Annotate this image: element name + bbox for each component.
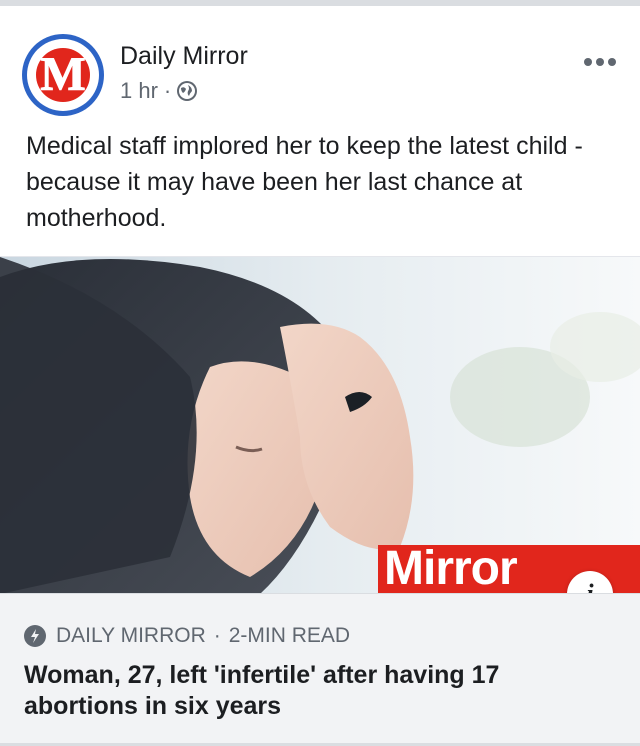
- avatar-letter: M: [40, 48, 86, 101]
- mirror-logo-icon: M: [36, 48, 90, 102]
- post-caption: Medical staff implored her to keep the l…: [26, 132, 583, 232]
- more-dot: [596, 58, 604, 66]
- link-preview-box[interactable]: DAILY MIRROR · 2-MIN READ Woman, 27, lef…: [0, 593, 640, 744]
- source-name: DAILY MIRROR: [56, 624, 206, 647]
- link-preview-image[interactable]: Mirror: [0, 256, 640, 594]
- link-source: DAILY MIRROR · 2-MIN READ: [24, 624, 350, 648]
- page-name-link[interactable]: Daily Mirror: [120, 42, 248, 71]
- more-dot: [608, 58, 616, 66]
- post-header: M Daily Mirror 1 hr ·: [0, 6, 640, 116]
- page-avatar[interactable]: M: [22, 34, 104, 116]
- instant-article-bolt-icon: [24, 625, 46, 647]
- link-headline[interactable]: Woman, 27, left 'infertile' after having…: [24, 660, 614, 722]
- more-options-icon[interactable]: [584, 56, 620, 68]
- feed-post: M Daily Mirror 1 hr · Medical staff impl…: [0, 6, 640, 746]
- source-separator: ·: [213, 624, 221, 647]
- woman-photo-illustration: [0, 257, 640, 594]
- post-meta: 1 hr ·: [120, 78, 198, 104]
- avatar-ring: M: [27, 39, 99, 111]
- mirror-watermark-text: Mirror: [384, 542, 518, 594]
- read-time: 2-MIN READ: [228, 624, 351, 647]
- meta-separator: ·: [163, 78, 172, 103]
- more-dot: [584, 58, 592, 66]
- post-timestamp[interactable]: 1 hr: [120, 78, 158, 104]
- globe-icon: [177, 81, 198, 101]
